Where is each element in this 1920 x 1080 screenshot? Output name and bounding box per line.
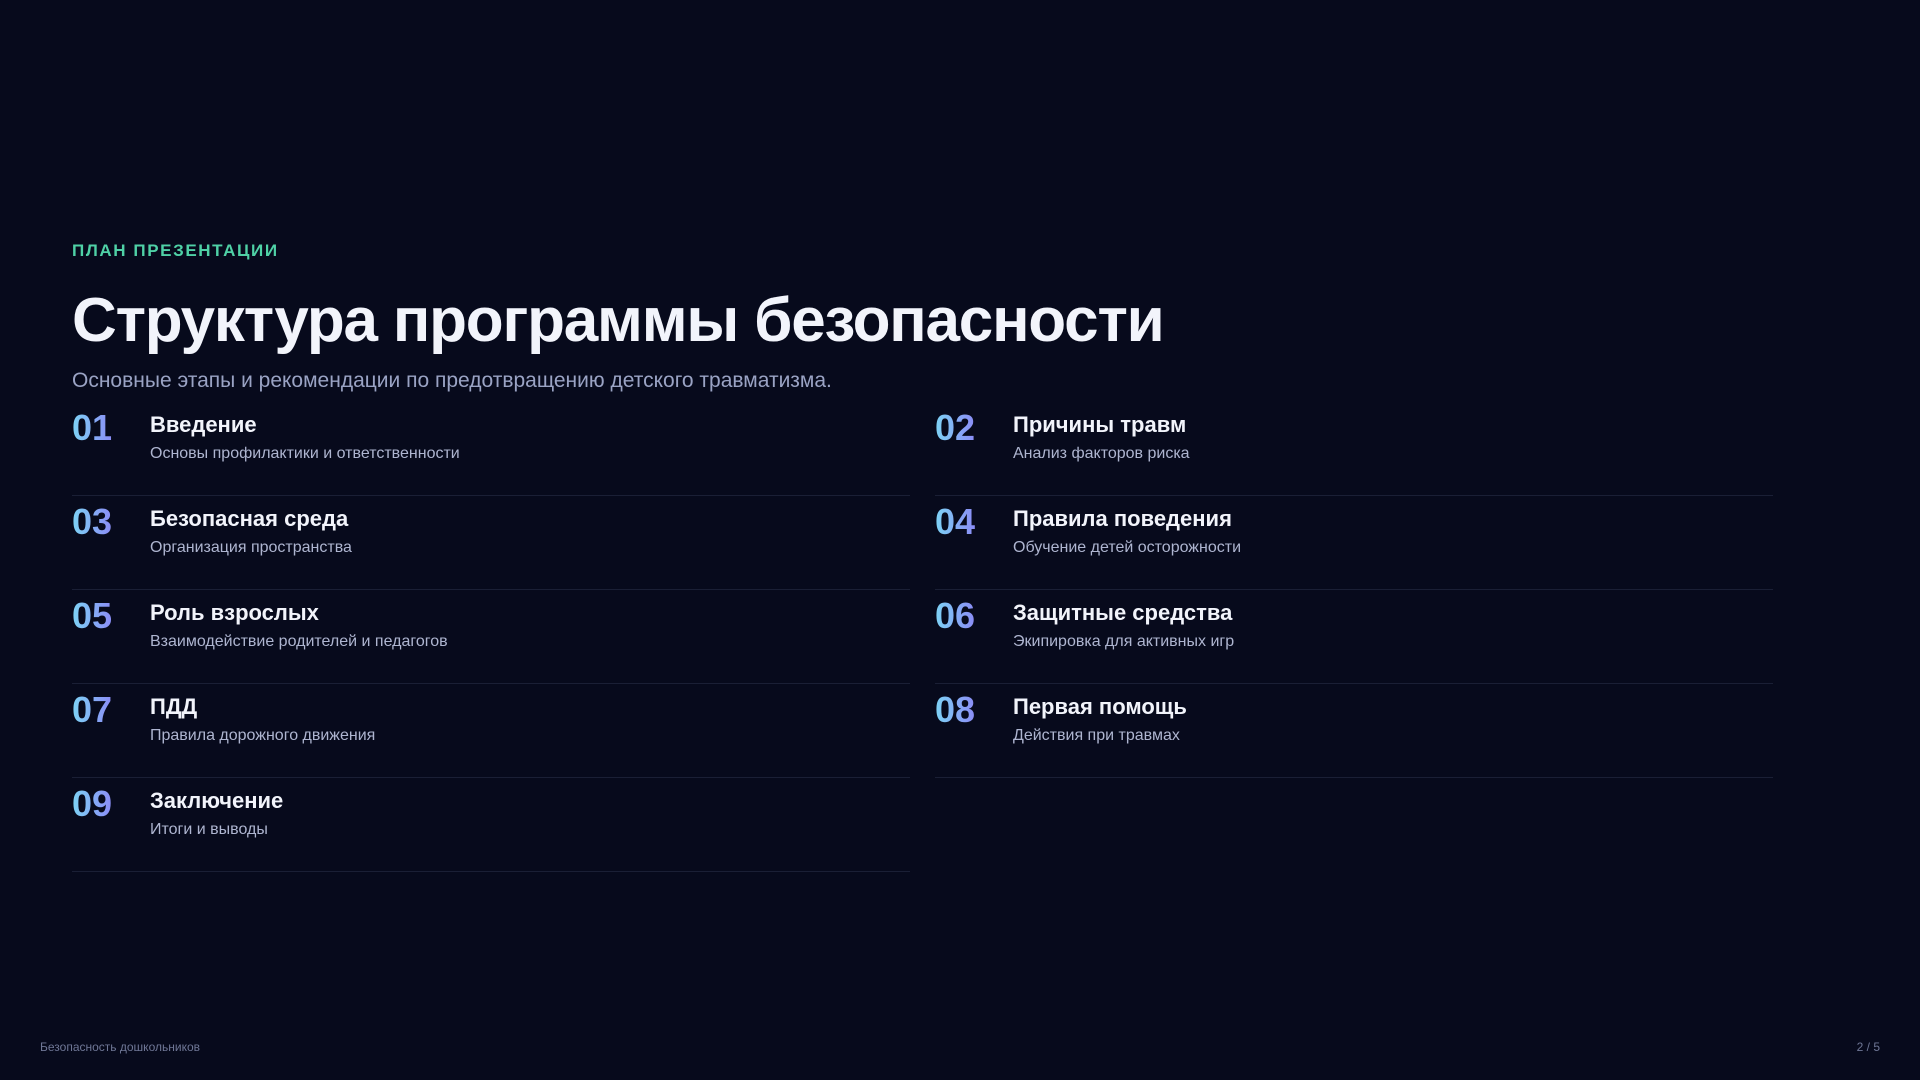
agenda-item-number: 04 [935,501,976,542]
agenda-item-title: Причины травм [1013,412,1187,437]
slide-title: Структура программы безопасности [72,286,1165,355]
agenda-item-number: 05 [72,595,113,636]
slide: ПЛАН ПРЕЗЕНТАЦИИ Структура программы без… [0,0,1920,1080]
agenda-item-description: Итоги и выводы [150,821,268,838]
section-label: ПЛАН ПРЕЗЕНТАЦИИ [72,241,279,260]
agenda-item: 04 Правила поведения Обучение детей осто… [935,496,1773,590]
agenda-item-title: Безопасная среда [150,506,349,531]
agenda-item-title: Защитные средства [1013,600,1233,625]
agenda-item-description: Анализ факторов риска [1013,445,1190,462]
agenda-item-number: 03 [72,501,113,542]
agenda-item-title: Роль взрослых [150,600,319,625]
slide-subtitle: Основные этапы и рекомендации по предотв… [72,369,832,392]
agenda-item-number: 01 [72,407,113,448]
agenda-item-title: Первая помощь [1013,694,1187,719]
agenda-item-description: Организация пространства [150,539,352,556]
agenda-item: 09 Заключение Итоги и выводы [72,778,910,872]
agenda-item: 01 Введение Основы профилактики и ответс… [72,402,910,496]
agenda-item-description: Основы профилактики и ответственности [150,445,460,462]
agenda-item-number: 06 [935,595,976,636]
agenda-item-number: 07 [72,689,113,730]
agenda-item: 03 Безопасная среда Организация простран… [72,496,910,590]
agenda-item-number: 09 [72,783,113,824]
slide-content: ПЛАН ПРЕЗЕНТАЦИИ Структура программы без… [72,240,1773,872]
agenda-item: 06 Защитные средства Экипировка для акти… [935,590,1773,684]
page-number: 2 / 5 [1856,1040,1880,1054]
agenda-item-description: Правила дорожного движения [150,727,376,744]
agenda-item-description: Экипировка для активных игр [1013,633,1235,650]
agenda-item: 08 Первая помощь Действия при травмах [935,684,1773,778]
agenda-item-title: Заключение [150,788,284,813]
agenda-item-number: 02 [935,407,976,448]
agenda-item-description: Обучение детей осторожности [1013,539,1242,556]
agenda-item-title: Правила поведения [1013,506,1232,531]
agenda-item-number: 08 [935,689,976,730]
agenda-item: 07 ПДД Правила дорожного движения [72,684,910,778]
footer-deck-title: Безопасность дошкольников [40,1040,200,1054]
agenda-item-description: Действия при травмах [1013,727,1180,744]
agenda-item-title: Введение [150,412,257,437]
agenda-item: 02 Причины травм Анализ факторов риска [935,402,1773,496]
agenda-item-title: ПДД [150,694,198,719]
agenda-item: 05 Роль взрослых Взаимодействие родителе… [72,590,910,684]
agenda-item-description: Взаимодействие родителей и педагогов [150,633,448,650]
